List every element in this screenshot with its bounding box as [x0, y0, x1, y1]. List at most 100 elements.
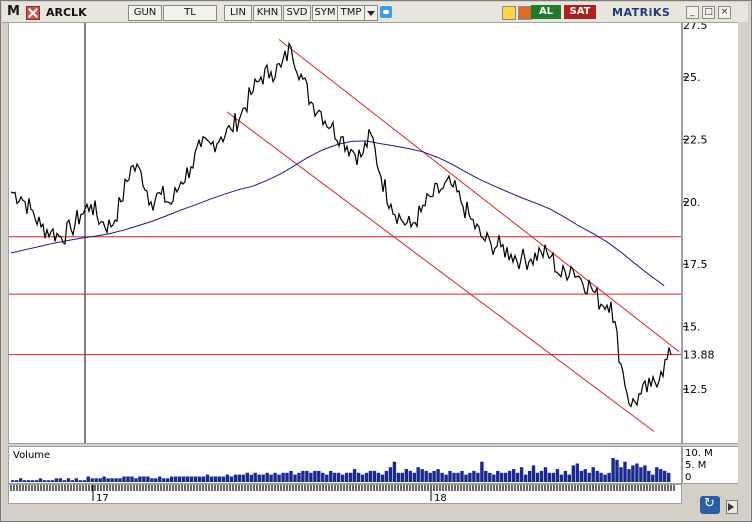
- volume-bar: [15, 480, 19, 482]
- volume-bar: [595, 470, 599, 482]
- volume-bar: [484, 470, 488, 482]
- volume-axis-panel: 10. M 5. M0: [682, 446, 740, 484]
- tmp-button[interactable]: TMP: [337, 5, 365, 21]
- volume-bar: [245, 472, 249, 482]
- volume-bar: [603, 474, 607, 482]
- price-chart[interactable]: [9, 23, 681, 443]
- dropdown-arrow-icon[interactable]: [364, 5, 378, 21]
- volume-bar: [174, 476, 178, 482]
- volume-bar: [253, 472, 257, 482]
- volume-bar: [615, 459, 619, 482]
- volume-bar: [229, 476, 234, 482]
- volume-bar: [356, 472, 361, 482]
- volume-bar: [587, 472, 591, 482]
- volume-bar: [277, 474, 281, 482]
- volume-chart[interactable]: Volume: [9, 447, 681, 483]
- price-chart-panel[interactable]: [8, 22, 682, 444]
- currency-tl-button[interactable]: TL: [163, 5, 217, 21]
- date-year-label: 17: [96, 493, 109, 503]
- svd-button[interactable]: SVD: [283, 5, 311, 21]
- volume-bar: [182, 476, 186, 482]
- volume-bar: [416, 467, 420, 482]
- volume-bar: [508, 470, 512, 482]
- volume-bar: [70, 480, 74, 482]
- price-tick-label: 25.: [683, 71, 701, 84]
- maximize-button[interactable]: □: [702, 6, 715, 19]
- volume-bar: [201, 476, 206, 482]
- window-close-button[interactable]: ×: [718, 6, 731, 19]
- volume-bar: [34, 480, 39, 482]
- volume-bar: [233, 474, 238, 482]
- toolbar: M ARCLK GUN TL LIN KHN SVD SYM TMP AL SA…: [2, 2, 748, 23]
- volume-bar: [531, 465, 536, 482]
- volume-bar: [563, 470, 568, 482]
- volume-bar: [432, 470, 436, 482]
- sym-button[interactable]: SYM: [312, 5, 338, 21]
- volume-bar: [142, 476, 146, 482]
- volume-bar: [543, 467, 548, 482]
- matriks-m-logo: M: [7, 4, 20, 19]
- volume-bar: [273, 472, 277, 482]
- volume-bar: [500, 472, 504, 482]
- volume-bar: [571, 465, 575, 482]
- date-year-label: 18: [434, 493, 447, 503]
- volume-bar: [189, 476, 194, 482]
- volume-bar: [193, 476, 198, 482]
- volume-bar: [74, 478, 78, 482]
- price-tick-label: 22.5: [683, 133, 708, 146]
- volume-bar: [305, 470, 309, 482]
- volume-bar: [122, 476, 126, 482]
- price-tick-label: 12.5: [683, 383, 708, 396]
- volume-bar: [341, 474, 345, 482]
- volume-bar: [82, 480, 86, 482]
- volume-bar: [309, 472, 313, 482]
- last-price-label: 13.88: [683, 349, 715, 362]
- refresh-icon[interactable]: [518, 6, 532, 20]
- sell-button[interactable]: SAT: [564, 5, 596, 19]
- volume-bar: [400, 472, 404, 482]
- volume-bar: [114, 478, 118, 482]
- volume-bar: [440, 472, 444, 482]
- volume-bar: [607, 472, 611, 482]
- volume-bar: [535, 472, 540, 482]
- volume-bar: [547, 472, 552, 482]
- volume-bar: [476, 472, 480, 482]
- volume-bar: [30, 480, 35, 482]
- volume-bar: [639, 467, 643, 482]
- volume-bar: [209, 476, 214, 482]
- khn-button[interactable]: KHN: [253, 5, 282, 21]
- volume-bar: [635, 463, 639, 482]
- volume-bar: [221, 476, 226, 482]
- volume-bar: [26, 480, 31, 482]
- sync-icon[interactable]: [700, 496, 720, 514]
- scroll-right-icon[interactable]: [726, 500, 738, 514]
- minimize-button[interactable]: _: [686, 6, 699, 19]
- volume-bar: [551, 472, 556, 482]
- volume-bar: [42, 480, 47, 482]
- right-gutter: [738, 22, 748, 484]
- twitter-icon[interactable]: [380, 6, 392, 18]
- volume-bar: [261, 474, 265, 482]
- volume-bar: [404, 469, 408, 482]
- period-day-button[interactable]: GUN: [128, 5, 162, 21]
- volume-bar: [102, 476, 106, 482]
- buy-button[interactable]: AL: [531, 5, 561, 19]
- volume-bar: [257, 474, 261, 482]
- volume-bar: [523, 474, 528, 482]
- symbol-label[interactable]: ARCLK: [46, 6, 87, 19]
- close-icon[interactable]: [26, 6, 40, 20]
- volume-bar: [611, 458, 615, 482]
- linear-scale-button[interactable]: LIN: [224, 5, 252, 21]
- volume-bar: [559, 474, 564, 482]
- volume-bar: [448, 470, 452, 482]
- volume-bar: [321, 472, 325, 482]
- bolt-icon[interactable]: [502, 6, 516, 20]
- volume-bar: [225, 474, 230, 482]
- volume-bar: [352, 469, 357, 482]
- volume-bar: [217, 476, 222, 482]
- volume-bar: [197, 476, 202, 482]
- volume-bar: [384, 470, 389, 482]
- volume-bar: [19, 478, 23, 482]
- volume-label: Volume: [13, 450, 50, 461]
- volume-panel[interactable]: Volume: [8, 446, 682, 484]
